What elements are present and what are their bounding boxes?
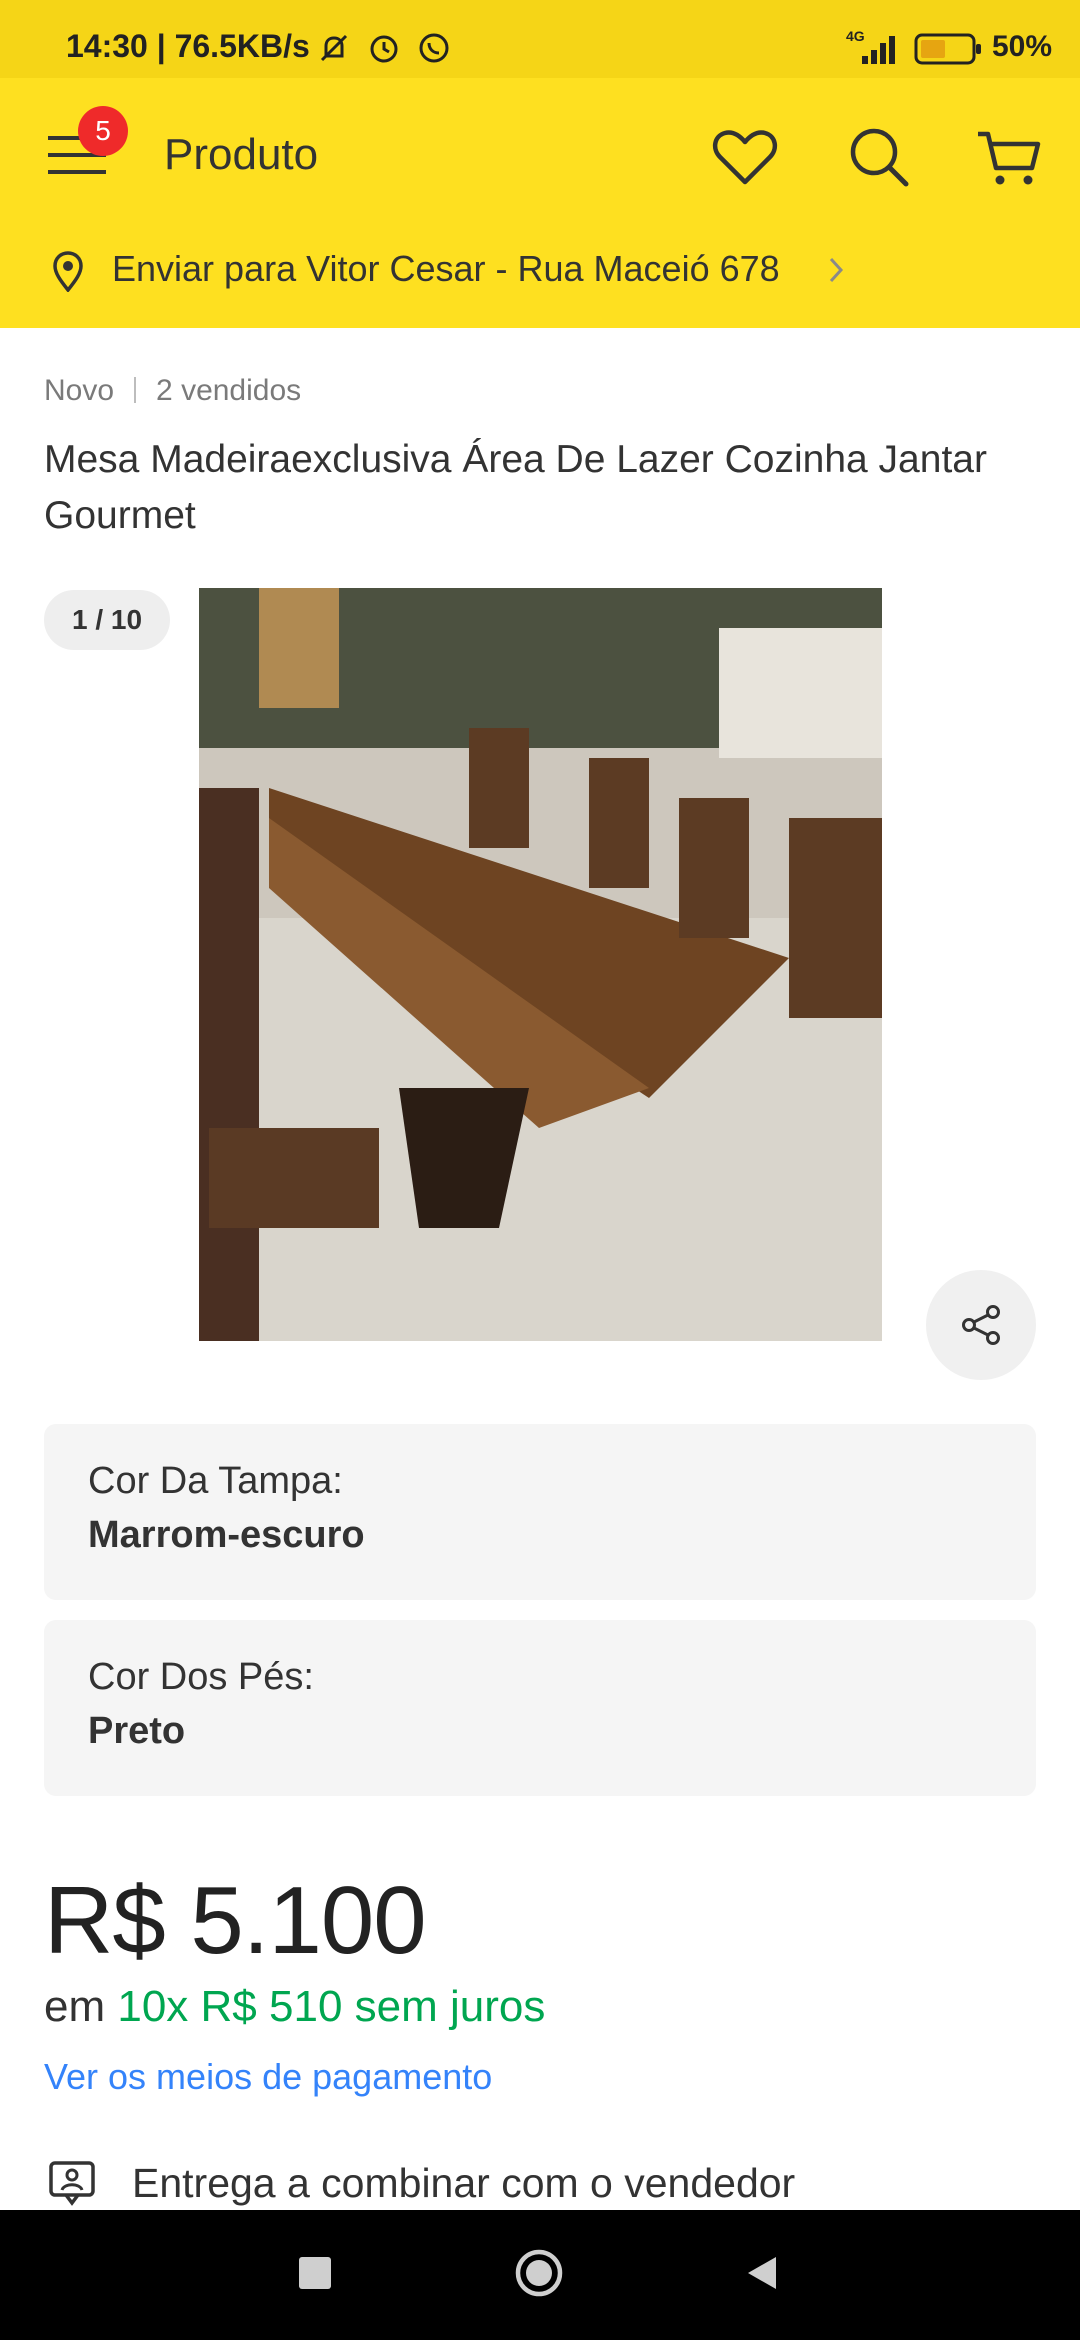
- chevron-right-icon: [829, 257, 844, 283]
- variation-label: Cor Da Tampa:: [88, 1460, 343, 1502]
- product-condition: Novo: [44, 374, 115, 407]
- product-meta: Novo 2 vendidos: [44, 374, 301, 408]
- status-time: 14:30 | 76.5KB/s: [66, 28, 310, 64]
- variation-card-top-color[interactable]: Cor Da Tampa: Marrom-escuro: [44, 1424, 1036, 1600]
- product-price: R$ 5.100: [44, 1867, 427, 1974]
- variation-value: Preto: [88, 1710, 186, 1752]
- whatsapp-icon: [419, 33, 449, 63]
- home-button[interactable]: [514, 2248, 564, 2298]
- image-counter: 1 / 10: [44, 590, 170, 650]
- notifications-off-icon: [320, 34, 348, 62]
- installments-prefix: em: [44, 1982, 106, 2031]
- payment-methods-link[interactable]: Ver os meios de pagamento: [44, 2056, 492, 2098]
- sold-count: 2 vendidos: [156, 374, 302, 407]
- battery-percent: 50%: [992, 30, 1053, 63]
- product-image[interactable]: [199, 588, 882, 1341]
- shipping-address-text: Enviar para Vitor Cesar - Rua Maceió 678: [112, 248, 780, 289]
- variation-card-legs-color[interactable]: Cor Dos Pés: Preto: [44, 1620, 1036, 1796]
- variation-label: Cor Dos Pés:: [88, 1656, 314, 1698]
- battery-icon: [914, 33, 981, 65]
- signal-icon: [862, 36, 895, 64]
- heart-icon[interactable]: [710, 122, 780, 192]
- notification-badge: 5: [78, 106, 128, 156]
- divider: [134, 377, 137, 403]
- installments-info: em 10x R$ 510 sem juros: [44, 1982, 545, 2032]
- share-button[interactable]: [926, 1270, 1036, 1380]
- installments-value: 10x R$ 510 sem juros: [117, 1982, 546, 2031]
- cart-icon[interactable]: [974, 122, 1044, 192]
- delivery-info: Entrega a combinar com o vendedor: [132, 2160, 796, 2206]
- page-title: Produto: [164, 130, 319, 179]
- search-icon[interactable]: [844, 122, 914, 192]
- product-title: Mesa Madeiraexclusiva Área De Lazer Cozi…: [44, 438, 987, 537]
- share-icon: [962, 1305, 1000, 1345]
- recents-button[interactable]: [299, 2257, 331, 2289]
- variation-value: Marrom-escuro: [88, 1514, 365, 1556]
- alarm-icon: [370, 35, 398, 63]
- delivery-agreement-icon: [49, 2161, 95, 2206]
- location-pin-icon: [53, 251, 83, 292]
- back-button[interactable]: [744, 2253, 780, 2293]
